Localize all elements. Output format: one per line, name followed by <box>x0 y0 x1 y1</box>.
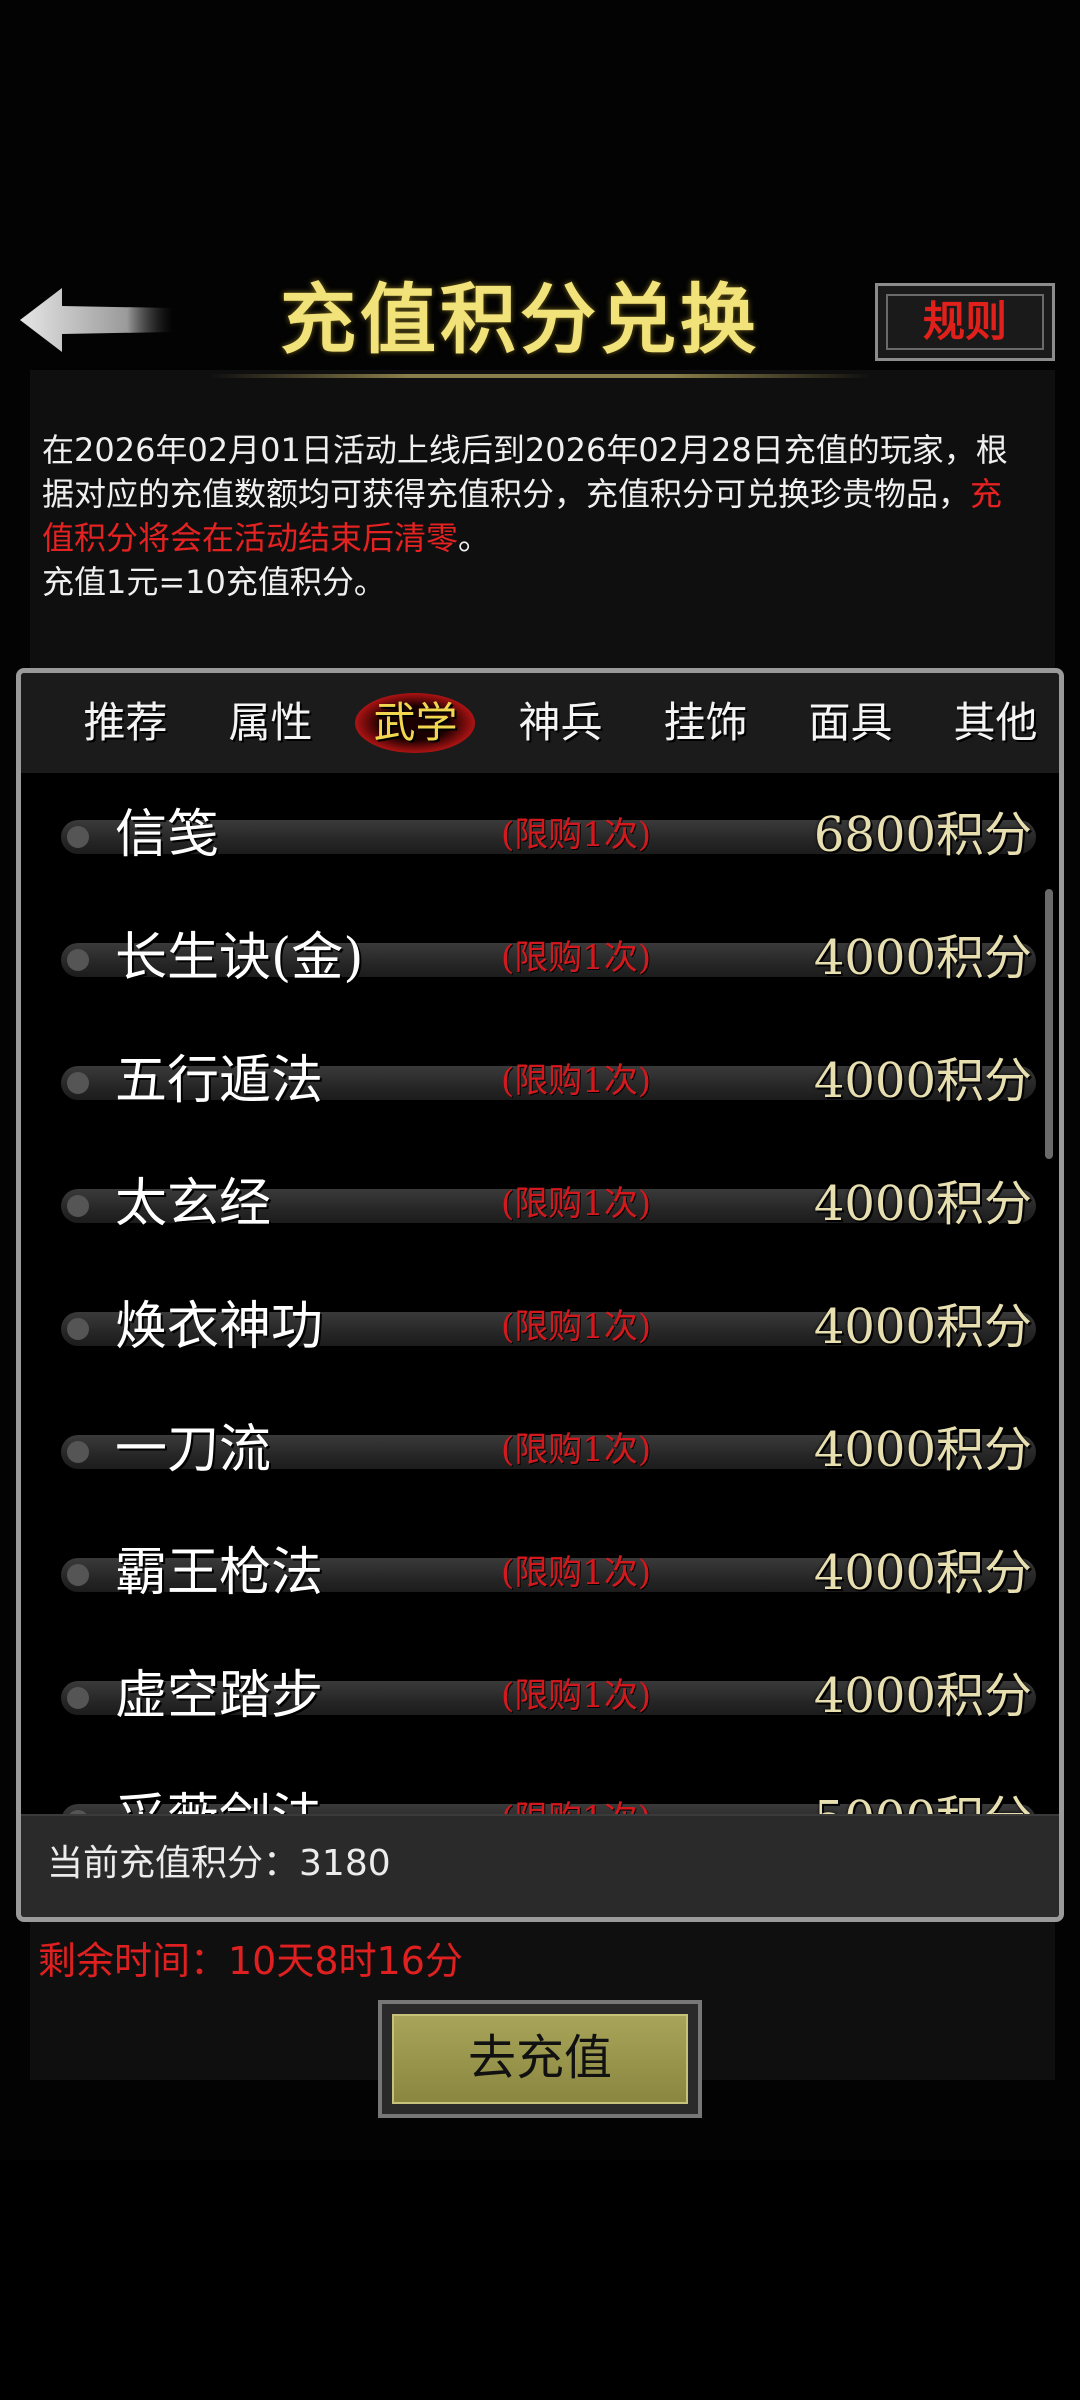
points-bar: 当前充值积分：3180 <box>21 1814 1059 1917</box>
list-item[interactable]: 太玄经 (限购1次) 4000积分 <box>61 1149 1036 1259</box>
purchase-limit: (限购1次) <box>501 1061 652 1101</box>
category-tabs: 推荐 属性 武学 神兵 挂饰 面具 其他 <box>21 673 1059 773</box>
title-divider <box>210 374 870 378</box>
purchase-limit: (限购1次) <box>501 1184 652 1224</box>
list-scrollbar[interactable] <box>1045 889 1053 1159</box>
list-item[interactable]: 信笺 (限购1次) 6800积分 <box>61 780 1036 890</box>
item-price: 5000积分 <box>814 1764 1032 1816</box>
recharge-button[interactable]: 去充值 <box>378 2000 702 2118</box>
item-price: 4000积分 <box>813 1668 1032 1724</box>
list-item[interactable]: 虚空踏步 (限购1次) 4000积分 <box>61 1641 1036 1751</box>
rules-button[interactable]: 规则 <box>875 283 1055 361</box>
item-price: 6800积分 <box>813 807 1032 863</box>
tab-martial-arts[interactable]: 武学 <box>343 673 488 773</box>
list-item[interactable]: 长生诀(金) (限购1次) 4000积分 <box>61 903 1036 1013</box>
tab-masks[interactable]: 面具 <box>778 673 923 773</box>
tab-other[interactable]: 其他 <box>923 673 1059 773</box>
purchase-limit: (限购1次) <box>501 938 652 978</box>
exchange-dialog: 推荐 属性 武学 神兵 挂饰 面具 其他 信笺 (限购1次) 6800积分 长生… <box>16 668 1064 1922</box>
item-name: 长生诀(金) <box>115 928 364 988</box>
description-period: 。 <box>458 519 491 557</box>
item-name: 太玄经 <box>115 1174 272 1234</box>
item-price: 4000积分 <box>813 1299 1032 1355</box>
back-arrow-icon <box>20 288 173 352</box>
item-list[interactable]: 信笺 (限购1次) 6800积分 长生诀(金) (限购1次) 4000积分 五行… <box>21 773 1059 1816</box>
list-item[interactable]: 采薇剑法 (限购1次) 5000积分 <box>61 1764 1036 1816</box>
purchase-limit: (限购1次) <box>501 1307 652 1347</box>
tab-attributes[interactable]: 属性 <box>198 673 343 773</box>
remaining-time: 剩余时间：10天8时16分 <box>38 1939 463 1983</box>
purchase-limit: (限购1次) <box>501 1430 652 1470</box>
item-name: 采薇剑法 <box>115 1764 323 1816</box>
page-title: 充值积分兑换 <box>280 275 760 364</box>
item-name: 五行遁法 <box>115 1051 324 1111</box>
rules-label: 规则 <box>922 297 1007 346</box>
tab-weapons[interactable]: 神兵 <box>488 673 633 773</box>
exchange-rate-text: 充值1元=10充值积分。 <box>42 563 386 601</box>
tab-recommend[interactable]: 推荐 <box>53 673 198 773</box>
item-price: 4000积分 <box>813 1176 1032 1232</box>
item-name: 一刀流 <box>115 1420 272 1480</box>
item-price: 4000积分 <box>813 1053 1032 1109</box>
item-name: 信笺 <box>115 805 220 865</box>
item-name: 霸王枪法 <box>115 1543 324 1603</box>
list-item[interactable]: 五行遁法 (限购1次) 4000积分 <box>61 1026 1036 1136</box>
list-item[interactable]: 一刀流 (限购1次) 4000积分 <box>61 1395 1036 1505</box>
item-price: 4000积分 <box>813 1545 1032 1601</box>
activity-description: 在2026年02月01日活动上线后到2026年02月28日充值的玩家，根据对应的… <box>42 428 1032 604</box>
back-button[interactable] <box>18 270 178 370</box>
item-name: 焕衣神功 <box>115 1297 324 1357</box>
points-label: 当前充值积分： <box>47 1843 300 1884</box>
item-name: 虚空踏步 <box>115 1666 324 1726</box>
current-points: 当前充值积分：3180 <box>47 1816 391 1912</box>
purchase-limit: (限购1次) <box>501 815 652 855</box>
purchase-limit: (限购1次) <box>501 1764 651 1816</box>
recharge-label: 去充值 <box>467 2030 612 2086</box>
tab-ornaments[interactable]: 挂饰 <box>633 673 778 773</box>
purchase-limit: (限购1次) <box>501 1553 652 1593</box>
item-price: 4000积分 <box>813 1422 1032 1478</box>
item-price: 4000积分 <box>813 930 1032 986</box>
description-text: 在2026年02月01日活动上线后到2026年02月28日充值的玩家，根据对应的… <box>42 431 1008 513</box>
points-value: 3180 <box>299 1843 391 1884</box>
list-item[interactable]: 霸王枪法 (限购1次) 4000积分 <box>61 1518 1036 1628</box>
list-item[interactable]: 焕衣神功 (限购1次) 4000积分 <box>61 1272 1036 1382</box>
purchase-limit: (限购1次) <box>501 1676 652 1716</box>
